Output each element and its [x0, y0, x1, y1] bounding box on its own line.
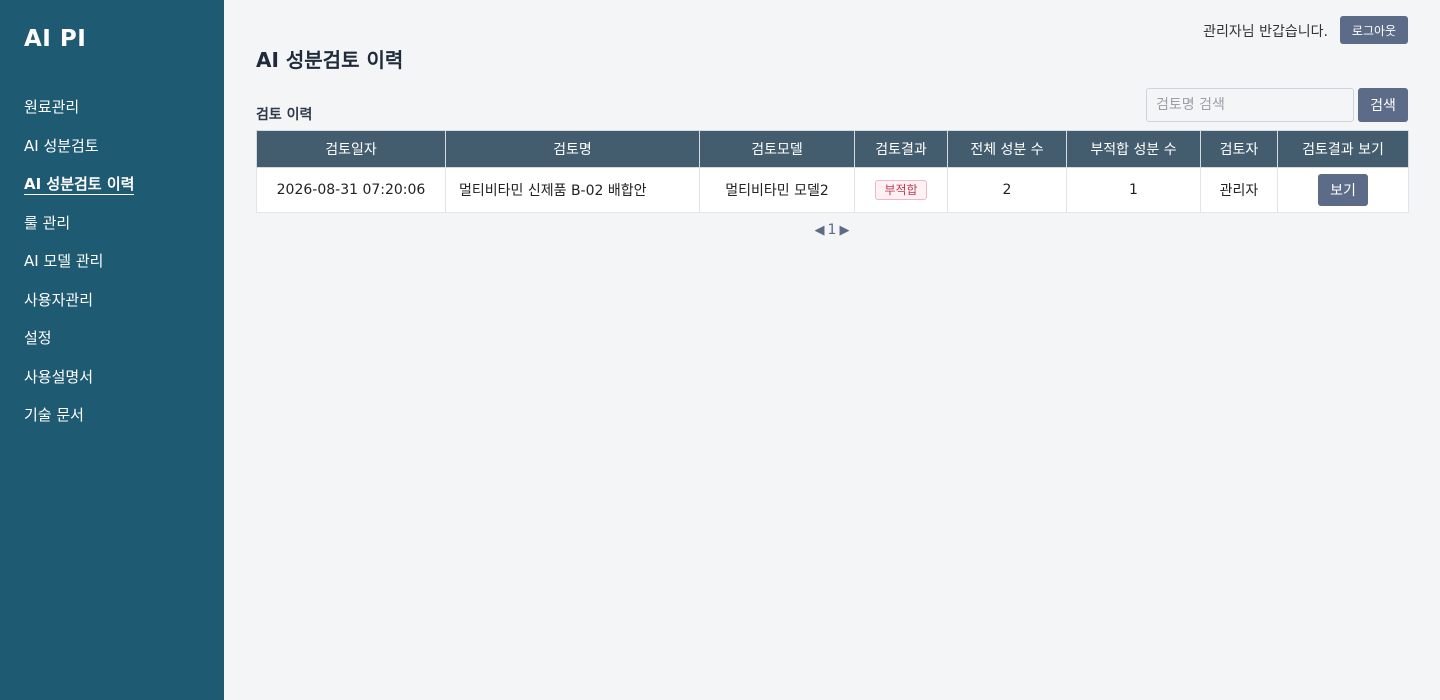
column-header-view: 검토결과 보기	[1277, 130, 1409, 168]
section-title: 검토 이력	[256, 107, 313, 123]
sidebar-item-label: AI 성분검토	[24, 136, 99, 155]
sidebar-item-label: 설정	[24, 329, 52, 347]
cell-view: 보기	[1277, 167, 1409, 213]
user-greeting: 관리자님 반갑습니다.	[1203, 24, 1328, 40]
cell-result: 부적합	[854, 167, 948, 213]
status-badge: 부적합	[875, 180, 927, 200]
next-page-icon[interactable]: ▶	[839, 223, 849, 238]
sidebar-item-label: 원료관리	[24, 98, 80, 116]
column-header-noncompliant: 부적합 성분 수	[1066, 130, 1201, 168]
sidebar-item-users[interactable]: 사용자관리	[24, 289, 134, 328]
sidebar-item-ai-review[interactable]: AI 성분검토	[24, 135, 134, 174]
view-result-button[interactable]: 보기	[1318, 174, 1368, 206]
pagination: ◀ 1 ▶	[780, 222, 884, 238]
column-header-result: 검토결과	[854, 130, 948, 168]
sidebar-item-tech-docs[interactable]: 기술 문서	[24, 404, 134, 443]
sidebar-item-materials[interactable]: 원료관리	[24, 96, 134, 135]
sidebar-item-ai-review-history[interactable]: AI 성분검토 이력	[24, 173, 135, 212]
sidebar-item-label: 사용설명서	[24, 367, 94, 386]
column-header-date: 검토일자	[256, 130, 446, 168]
page-title: AI 성분검토 이력	[256, 48, 404, 72]
cell-name: 멀티비타민 신제품 B-02 배합안	[445, 167, 700, 213]
cell-reviewer: 관리자	[1200, 167, 1278, 213]
sidebar-item-label: 기술 문서	[24, 406, 84, 424]
search-button[interactable]: 검색	[1358, 88, 1408, 122]
table-header: 검토일자 검토명 검토모델 검토결과 전체 성분 수 부적합 성분 수 검토자 …	[256, 130, 1409, 168]
sidebar-item-user-manual[interactable]: 사용설명서	[24, 366, 134, 405]
column-header-name: 검토명	[445, 130, 700, 168]
review-history-table: 검토일자 검토명 검토모델 검토결과 전체 성분 수 부적합 성분 수 검토자 …	[256, 130, 1409, 213]
sidebar-item-ai-models[interactable]: AI 모델 관리	[24, 250, 134, 289]
column-header-model: 검토모델	[699, 130, 855, 168]
sidebar-item-label: AI 모델 관리	[24, 252, 104, 270]
page-number[interactable]: 1	[828, 222, 837, 238]
cell-date: 2026-08-31 07:20:06	[256, 167, 446, 213]
column-header-reviewer: 검토자	[1200, 130, 1278, 168]
cell-noncompliant: 1	[1066, 167, 1201, 213]
cell-model: 멀티비타민 모델2	[699, 167, 855, 213]
sidebar-item-label: 룰 관리	[24, 213, 71, 232]
app-logo: AI PI	[24, 26, 87, 52]
sidebar-item-settings[interactable]: 설정	[24, 327, 134, 366]
sidebar-item-rules[interactable]: 룰 관리	[24, 212, 134, 251]
sidebar-item-label: AI 성분검토 이력	[24, 175, 135, 195]
search-input[interactable]	[1146, 88, 1354, 122]
sidebar-nav: 원료관리 AI 성분검토 AI 성분검토 이력 룰 관리 AI 모델 관리 사용…	[24, 96, 135, 443]
table-row: 2026-08-31 07:20:06 멀티비타민 신제품 B-02 배합안 멀…	[256, 167, 1409, 213]
column-header-total: 전체 성분 수	[947, 130, 1067, 168]
logout-button[interactable]: 로그아웃	[1340, 16, 1408, 44]
sidebar-item-label: 사용자관리	[24, 290, 94, 309]
cell-total: 2	[947, 167, 1067, 213]
prev-page-icon[interactable]: ◀	[815, 223, 825, 238]
sidebar: AI PI 원료관리 AI 성분검토 AI 성분검토 이력 룰 관리 AI 모델…	[0, 0, 224, 700]
